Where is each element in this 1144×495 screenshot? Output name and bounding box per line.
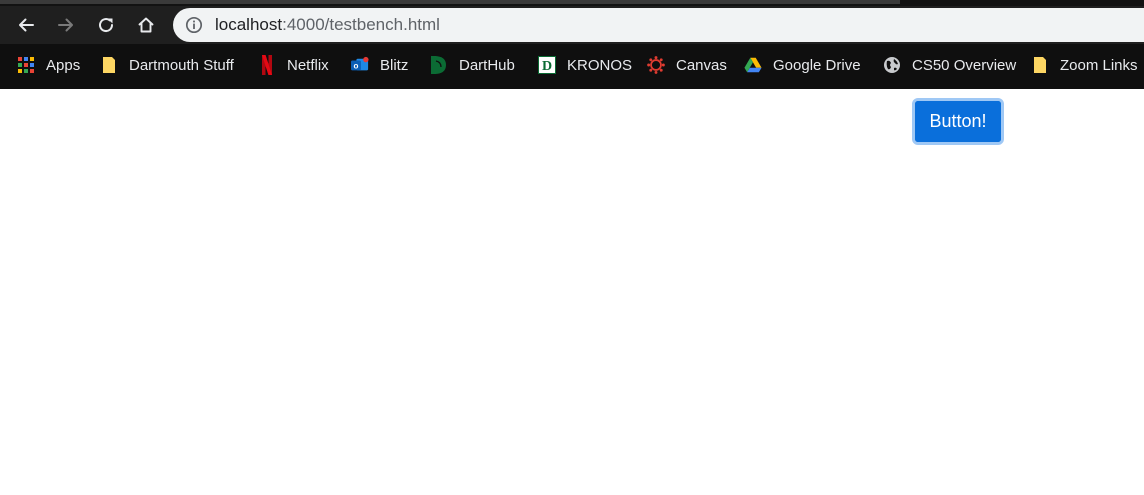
bookmark-dartmouth-stuff[interactable]: Dartmouth Stuff [100,52,234,78]
canvas-icon [647,56,665,74]
bookmark-label: KRONOS [567,56,633,74]
main-button-label: Button! [915,101,1001,142]
svg-text:D: D [542,59,552,74]
bookmark-label: DartHub [459,56,515,74]
globe-icon [883,56,901,74]
home-icon [138,17,154,33]
page-content: Button! [0,89,1144,495]
address-url[interactable]: localhost:4000/testbench.html [215,8,440,42]
bookmark-kronos[interactable]: D KRONOS [538,52,632,78]
bookmark-blitz[interactable]: o Blitz [351,52,408,78]
active-tab-edge[interactable] [0,0,900,4]
bookmark-label: Google Drive [773,56,861,74]
url-host: localhost [215,15,283,34]
home-button[interactable] [131,10,161,40]
arrow-left-icon [19,18,34,32]
bookmark-label: Apps [46,56,81,74]
bookmark-label: Blitz [380,56,409,74]
kronos-icon: D [538,56,556,74]
forward-button[interactable] [51,10,81,40]
arrow-right-icon [58,18,73,32]
netflix-icon [258,55,276,75]
apps-grid-icon [17,56,35,74]
bookmark-label: Dartmouth Stuff [129,56,234,74]
outlook-icon: o [351,56,369,74]
bookmark-canvas[interactable]: Canvas [647,52,727,78]
info-icon[interactable] [185,16,203,34]
bookmark-label: Canvas [676,56,727,74]
main-button[interactable]: Button! [912,98,1004,145]
bookmark-label: Netflix [287,56,329,74]
bookmark-darthub[interactable]: DartHub [430,52,515,78]
address-bar[interactable]: localhost:4000/testbench.html [173,8,1144,42]
url-path: :4000/testbench.html [282,15,440,34]
bookmark-google-drive[interactable]: Google Drive [744,52,861,78]
reload-icon [99,18,114,33]
reload-button[interactable] [91,10,121,40]
folder-icon [1031,56,1049,74]
bookmark-label: CS50 Overview [912,56,1017,74]
google-drive-icon [744,56,762,74]
bookmark-label: Zoom Links [1060,56,1138,74]
folder-icon [100,56,118,74]
bookmarks-bar: Apps Dartmouth Stuff Netflix o Blitz Dar… [0,44,1144,89]
bookmark-netflix[interactable]: Netflix [258,52,329,78]
svg-text:o: o [353,62,358,71]
bookmark-apps[interactable]: Apps [17,52,80,78]
browser-toolbar: localhost:4000/testbench.html [0,6,1144,44]
darthub-icon [430,56,448,74]
bookmark-zoom-links[interactable]: Zoom Links [1031,52,1138,78]
back-button[interactable] [11,10,41,40]
bookmark-cs50-overview[interactable]: CS50 Overview [883,52,1016,78]
browser-chrome: localhost:4000/testbench.html Apps Dartm… [0,0,1144,89]
